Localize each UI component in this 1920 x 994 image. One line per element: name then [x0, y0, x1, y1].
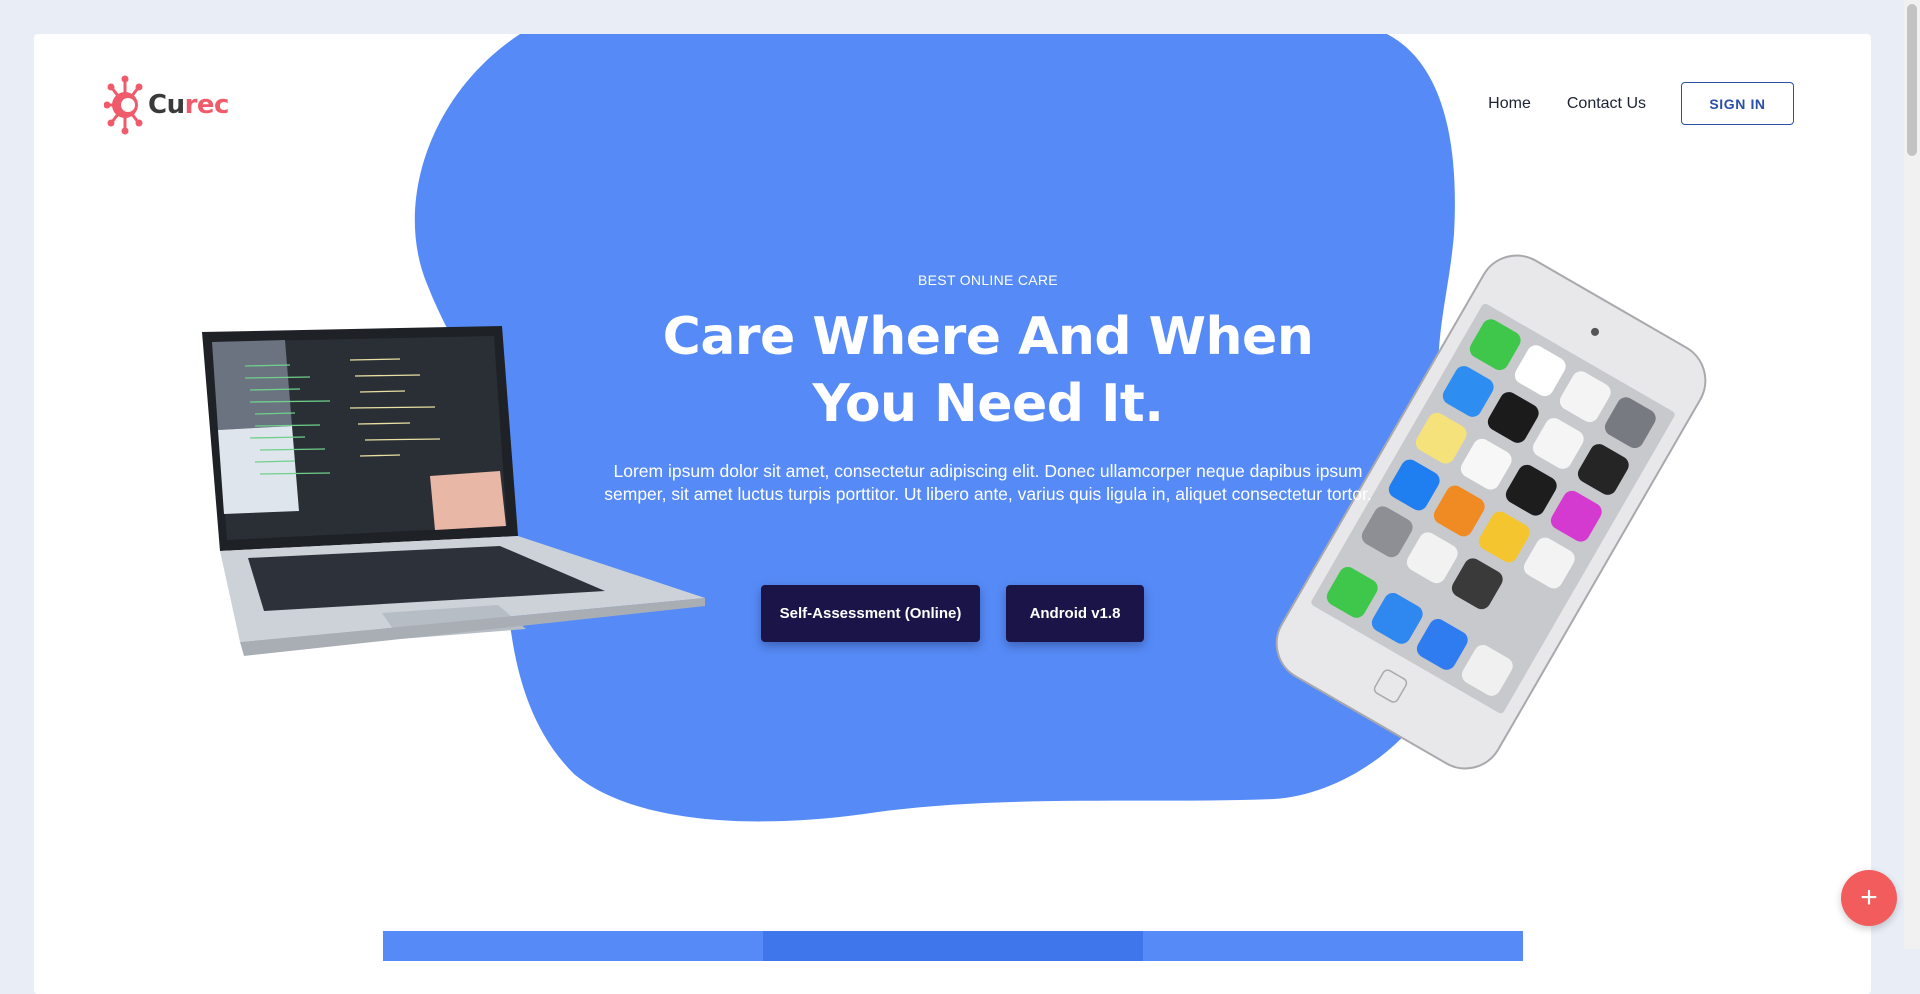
page-card: Curec Home Contact Us SIGN IN BEST ONLIN…: [34, 34, 1871, 994]
section-tab-middle[interactable]: [763, 931, 1143, 961]
nav-home[interactable]: Home: [1488, 95, 1531, 113]
plus-icon: +: [1860, 881, 1878, 914]
hero-title: Care Where And When You Need It.: [578, 304, 1398, 438]
brand-logo[interactable]: Curec: [104, 74, 229, 136]
section-tabs-strip: [383, 931, 1523, 961]
scrollbar-thumb[interactable]: [1907, 4, 1917, 156]
nav-contact-us[interactable]: Contact Us: [1567, 95, 1646, 113]
hero-title-line1: Care Where And When: [662, 307, 1314, 367]
vertical-scrollbar[interactable]: [1904, 0, 1920, 949]
hero-description: Lorem ipsum dolor sit amet, consectetur …: [604, 461, 1372, 504]
brand-name: Curec: [148, 90, 229, 120]
section-tab-right[interactable]: [1143, 931, 1523, 961]
main-nav: Home Contact Us SIGN IN: [1452, 82, 1794, 125]
hero-eyebrow: BEST ONLINE CARE: [918, 272, 1058, 288]
virus-icon: [104, 75, 143, 135]
floating-add-button[interactable]: +: [1841, 870, 1897, 926]
android-download-button[interactable]: Android v1.8: [1006, 585, 1144, 642]
sign-in-button[interactable]: SIGN IN: [1681, 82, 1794, 125]
hero-title-line2: You Need It.: [812, 374, 1164, 434]
section-tab-left[interactable]: [383, 931, 763, 961]
self-assessment-button[interactable]: Self-Assessment (Online): [761, 585, 980, 642]
